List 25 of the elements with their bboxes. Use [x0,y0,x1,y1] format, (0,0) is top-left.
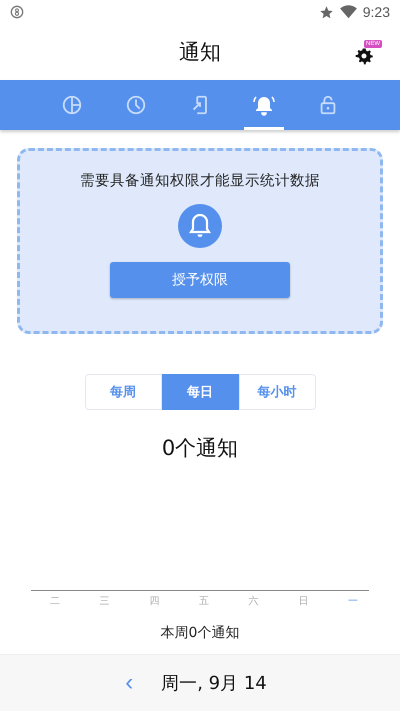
pie-chart-icon [61,94,83,116]
day-label: 日 [297,595,310,608]
settings-icon [354,46,374,66]
page-title: 通知 [179,39,221,66]
notification-count-icon [10,5,24,19]
current-date: 周一, 9月 14 [161,672,267,695]
clock-time: 9:23 [362,4,390,20]
week-summary: 本周0个通知 [160,624,240,642]
bell-icon [178,204,222,248]
period-tab[interactable]: 每小时 [238,374,316,410]
day-label: 一 [346,595,359,608]
notification-count: 0个通知 [160,435,240,462]
period-tab[interactable]: 每周 [84,374,162,410]
permission-message: 需要具备通知权限才能显示统计数据 [80,172,320,190]
day-label: 三 [98,595,111,608]
previous-button[interactable]: ‹ [117,669,142,697]
day-label: 二 [49,595,61,608]
day-label: 四 [148,595,160,608]
wifi-icon [340,5,357,19]
day-label: 六 [248,594,260,608]
clock-icon [125,94,147,116]
grant-permission-button[interactable]: 授予权限 [110,262,290,298]
period-tab[interactable]: 每日 [162,374,238,410]
star-icon [318,4,334,20]
day-label: 五 [198,595,210,608]
